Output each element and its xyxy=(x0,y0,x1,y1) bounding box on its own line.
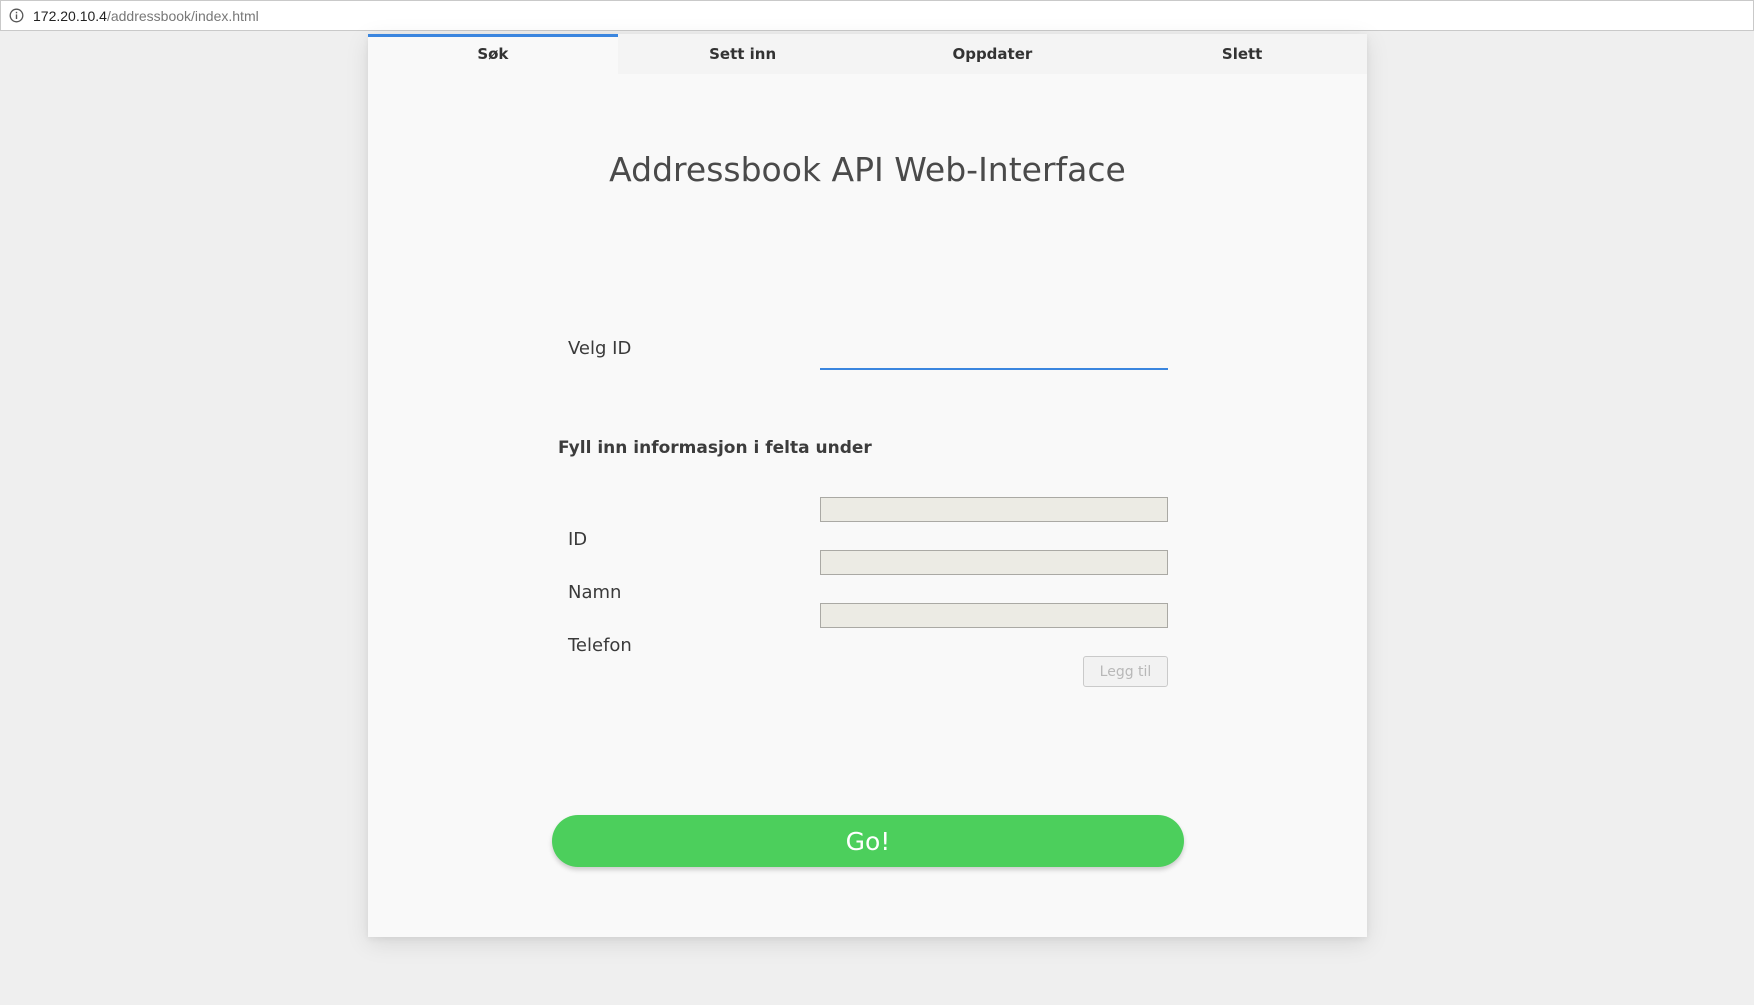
telefon-label: Telefon xyxy=(568,635,632,656)
tab-sok[interactable]: Søk xyxy=(368,34,618,74)
tab-slett[interactable]: Slett xyxy=(1117,34,1367,74)
telefon-field[interactable] xyxy=(820,603,1168,628)
page-title: Addressbook API Web-Interface xyxy=(609,150,1126,189)
id-label: ID xyxy=(568,529,588,550)
tab-bar: Søk Sett inn Oppdater Slett xyxy=(368,34,1367,74)
select-id-label: Velg ID xyxy=(568,338,632,359)
url-host: 172.20.10.4 xyxy=(33,7,107,24)
add-button[interactable]: Legg til xyxy=(1083,656,1168,687)
url-text[interactable]: 172.20.10.4/addressbook/index.html xyxy=(33,8,259,24)
id-field[interactable] xyxy=(820,497,1168,522)
url-path: /addressbook/index.html xyxy=(106,7,259,24)
go-button[interactable]: Go! xyxy=(552,815,1184,867)
info-icon[interactable] xyxy=(9,8,24,23)
select-id-input[interactable] xyxy=(820,336,1168,370)
app-panel: Søk Sett inn Oppdater Slett Addressbook … xyxy=(368,34,1367,937)
tab-oppdater[interactable]: Oppdater xyxy=(868,34,1118,74)
browser-address-bar[interactable]: 172.20.10.4/addressbook/index.html xyxy=(0,0,1754,31)
namn-field[interactable] xyxy=(820,550,1168,575)
form-instructions: Fyll inn informasjon i felta under xyxy=(558,438,872,458)
namn-label: Namn xyxy=(568,582,622,603)
tab-sett-inn[interactable]: Sett inn xyxy=(618,34,868,74)
